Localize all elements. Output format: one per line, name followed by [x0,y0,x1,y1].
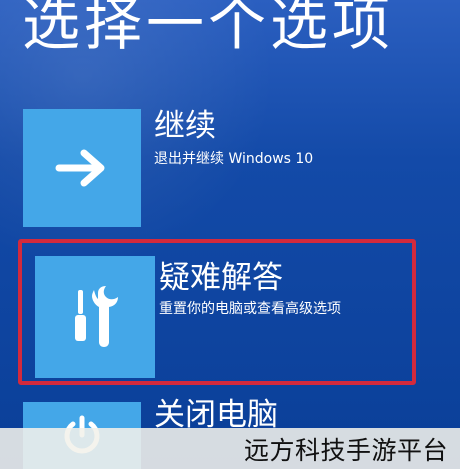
troubleshoot-label[interactable]: 疑难解答 [159,261,283,295]
watermark-bar: 远方科技手游平台 [0,428,460,469]
watermark-text: 远方科技手游平台 [243,436,448,465]
continue-tile[interactable] [23,109,141,227]
troubleshoot-description[interactable]: 重置你的电脑或查看高级选项 [159,300,341,318]
continue-label[interactable]: 继续 [154,109,216,143]
troubleshoot-option[interactable]: 疑难解答 重置你的电脑或查看高级选项 [18,239,416,385]
troubleshoot-tile[interactable] [35,256,155,378]
continue-option[interactable]: 继续 退出并继续 Windows 10 [18,107,418,231]
continue-description[interactable]: 退出并继续 Windows 10 [154,150,313,168]
page-title: 选择一个选项 [22,0,395,58]
windows-recovery-screen: 选择一个选项 继续 退出并继续 Windows 10 疑难解答 重置你的电脑或查… [0,0,460,469]
shutdown-label[interactable]: 关闭电脑 [154,398,278,432]
troubleshoot-tools-icon [75,286,118,347]
arrow-right-icon [55,149,105,187]
